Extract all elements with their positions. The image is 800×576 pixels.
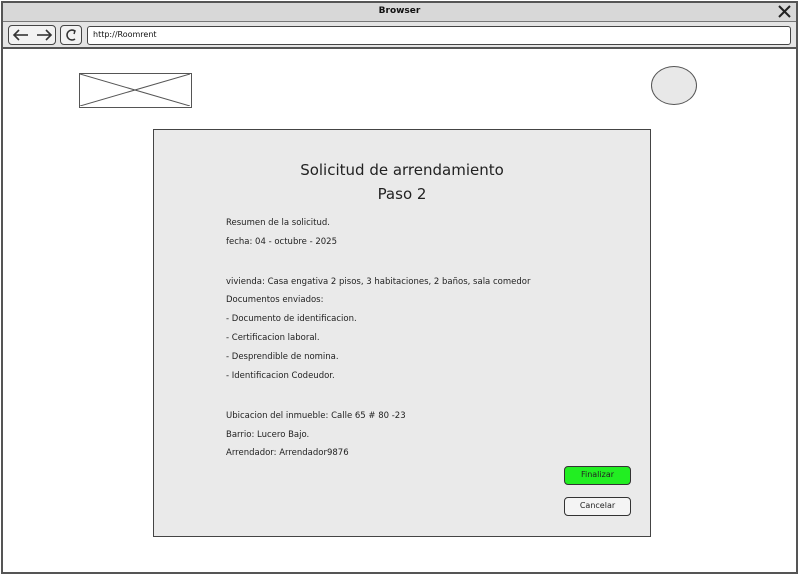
avatar[interactable] [651,66,697,105]
back-forward-buttons [8,25,56,45]
document-item: - Desprendible de nomina. [226,352,339,362]
browser-toolbar: http://Roomrent [3,22,796,49]
reload-icon [66,29,76,41]
landlord: Arrendador: Arrendador9876 [226,448,349,458]
step-title: Paso 2 [377,185,427,203]
request-date: fecha: 04 - octubre - 2025 [226,237,337,247]
summary-heading: Resumen de la solicitud. [226,218,330,228]
reload-button[interactable] [60,25,82,45]
rental-request-panel: Solicitud de arrendamiento Paso 2 Resume… [153,129,651,537]
window-title: Browser [378,6,421,16]
document-item: - Certificacion laboral. [226,333,320,343]
forward-arrow-icon[interactable] [9,26,57,44]
close-icon[interactable] [777,3,792,20]
image-placeholder-icon [79,73,191,107]
title-bar: Browser [3,3,796,22]
document-item: - Identificacion Codeudor. [226,371,335,381]
housing-description: vivienda: Casa engativa 2 pisos, 3 habit… [226,277,531,287]
documents-heading: Documentos enviados: [226,295,324,305]
property-location: Ubicacion del inmueble: Calle 65 # 80 -2… [226,411,406,421]
cancel-button[interactable]: Cancelar [564,497,631,516]
address-bar[interactable]: http://Roomrent [87,26,791,45]
browser-window: Browser http://Roomrent Solicitud de arr… [1,1,798,574]
document-item: - Documento de identificacion. [226,314,357,324]
neighborhood: Barrio: Lucero Bajo. [226,430,310,440]
finish-button[interactable]: Finalizar [564,466,631,485]
logo-placeholder [79,73,192,108]
page-title: Solicitud de arrendamiento [300,161,504,179]
